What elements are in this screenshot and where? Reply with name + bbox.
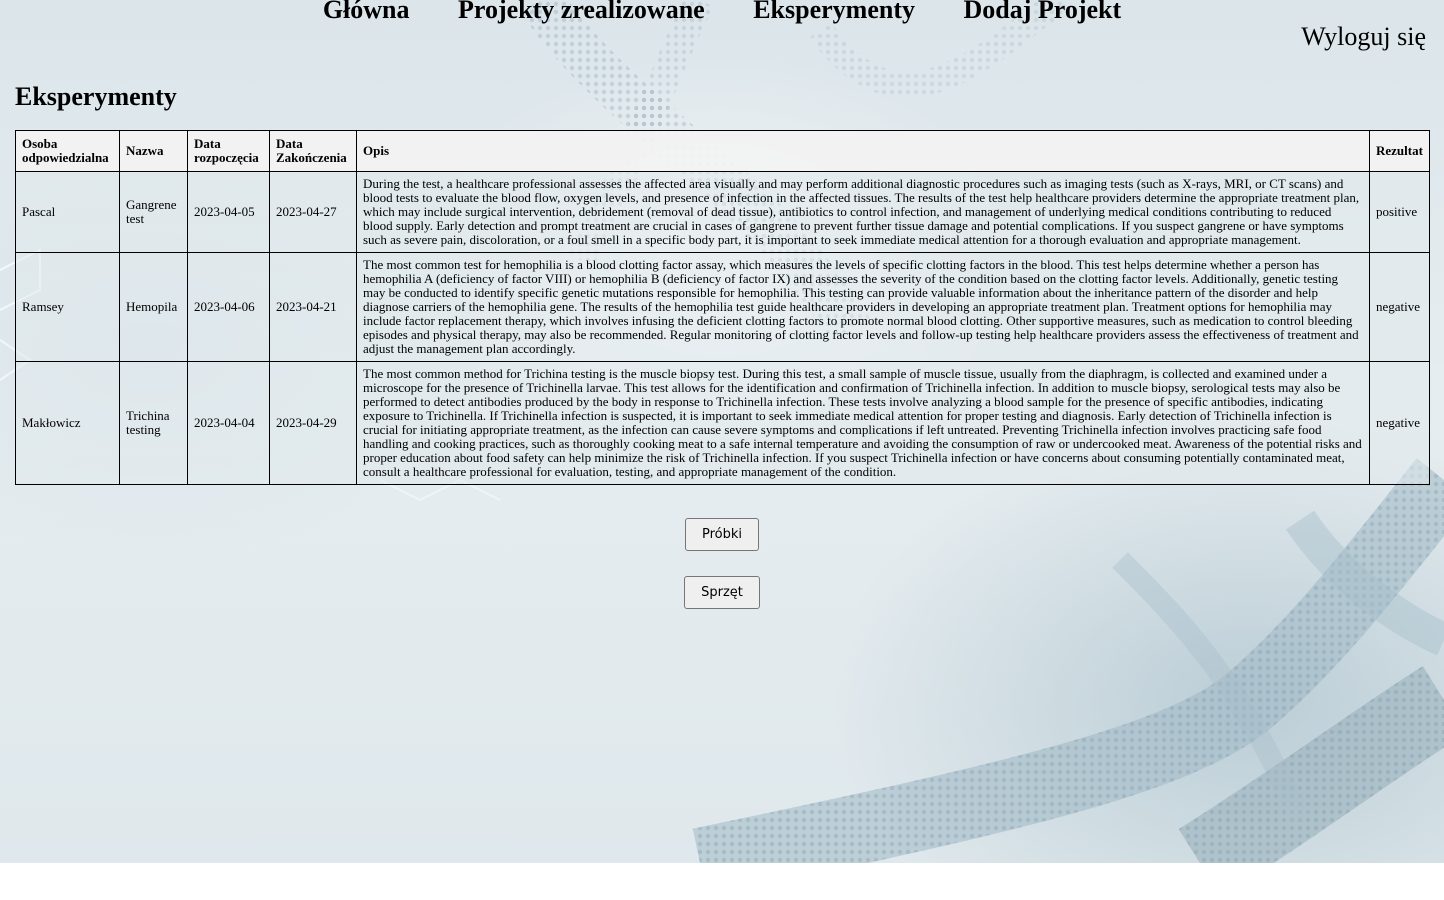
- cell-opis: The most common method for Trichina test…: [356, 361, 1370, 485]
- table-row: Ramsey Hemopila 2023-04-06 2023-04-21 Th…: [15, 252, 1430, 362]
- column-header-data-zakonczenia: Data Zakończenia: [269, 130, 357, 172]
- cell-data-zakonczenia: 2023-04-29: [269, 361, 357, 485]
- cell-data-rozpoczecia: 2023-04-06: [187, 252, 270, 362]
- nav-link-projekty-zrealizowane[interactable]: Projekty zrealizowane: [458, 0, 705, 26]
- cell-osoba: Ramsey: [15, 252, 120, 362]
- cell-data-zakonczenia: 2023-04-21: [269, 252, 357, 362]
- page-title: Eksperymenty: [15, 82, 177, 111]
- sprzet-button[interactable]: Sprzęt: [684, 576, 760, 609]
- cell-opis: During the test, a healthcare profession…: [356, 171, 1370, 253]
- cell-rezultat: negative: [1369, 361, 1430, 485]
- logout-link[interactable]: Wyloguj się: [1301, 21, 1426, 53]
- column-header-osoba: Osoba odpowiedzialna: [15, 130, 120, 172]
- sprzet-button-wrap: Sprzęt: [0, 576, 1444, 609]
- nav-link-dodaj-projekt[interactable]: Dodaj Projekt: [963, 0, 1121, 26]
- cell-nazwa: Trichina testing: [119, 361, 188, 485]
- probki-button[interactable]: Próbki: [684, 518, 759, 551]
- table-row: Makłowicz Trichina testing 2023-04-04 20…: [15, 361, 1430, 485]
- table-row: Pascal Gangrene test 2023-04-05 2023-04-…: [15, 171, 1430, 253]
- nav-link-eksperymenty[interactable]: Eksperymenty: [753, 0, 915, 26]
- cell-nazwa: Hemopila: [119, 252, 188, 362]
- cell-opis: The most common test for hemophilia is a…: [356, 252, 1370, 362]
- cell-data-rozpoczecia: 2023-04-05: [187, 171, 270, 253]
- cell-data-zakonczenia: 2023-04-27: [269, 171, 357, 253]
- nav-link-glowna[interactable]: Główna: [323, 0, 410, 26]
- cell-rezultat: negative: [1369, 252, 1430, 362]
- main-nav: Główna Projekty zrealizowane Eksperyment…: [0, 0, 1444, 26]
- cell-osoba: Makłowicz: [15, 361, 120, 485]
- column-header-rezultat: Rezultat: [1369, 130, 1430, 172]
- table-header-row: Osoba odpowiedzialna Nazwa Data rozpoczę…: [15, 130, 1430, 172]
- column-header-opis: Opis: [356, 130, 1370, 172]
- cell-nazwa: Gangrene test: [119, 171, 188, 253]
- cell-osoba: Pascal: [15, 171, 120, 253]
- experiments-table: Osoba odpowiedzialna Nazwa Data rozpoczę…: [15, 130, 1430, 485]
- column-header-data-rozpoczecia: Data rozpoczęcia: [187, 130, 270, 172]
- cell-data-rozpoczecia: 2023-04-04: [187, 361, 270, 485]
- column-header-nazwa: Nazwa: [119, 130, 188, 172]
- probki-button-wrap: Próbki: [0, 518, 1444, 551]
- cell-rezultat: positive: [1369, 171, 1430, 253]
